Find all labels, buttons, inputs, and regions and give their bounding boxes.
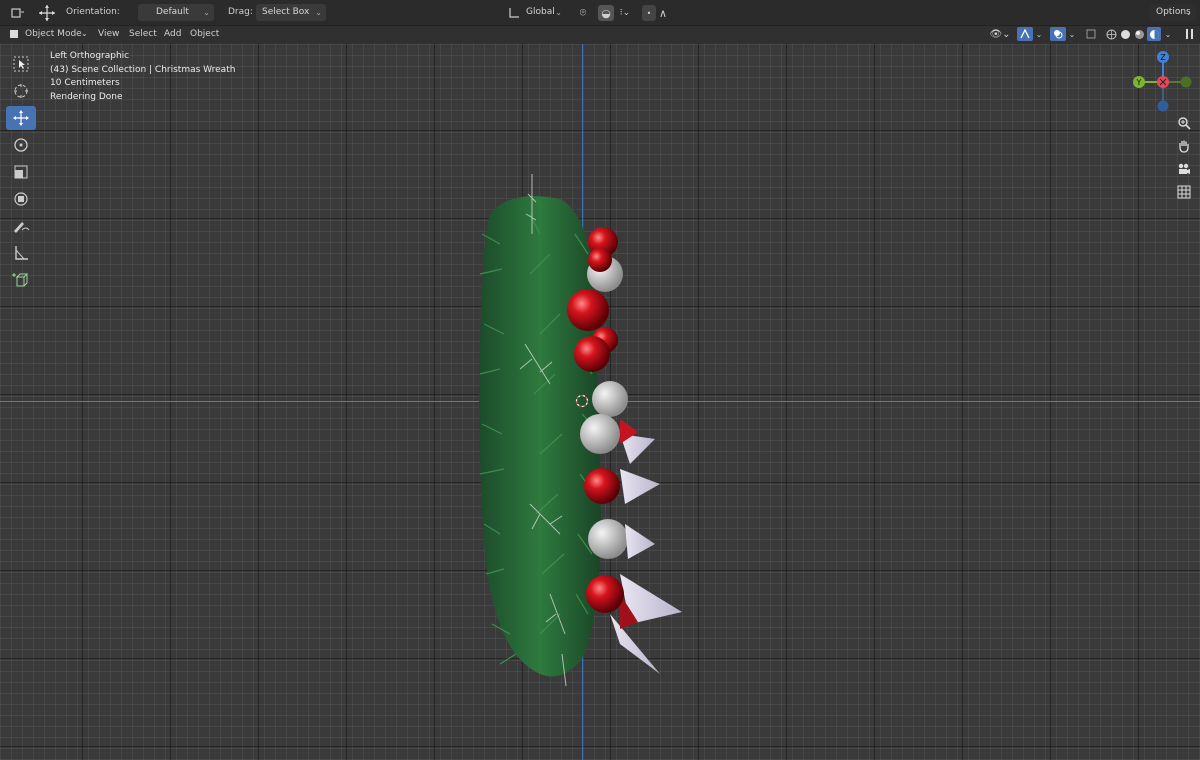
render-status-text: Rendering Done — [50, 91, 123, 102]
chevron-down-icon: ⌄ — [203, 8, 210, 17]
drag-value: Select Box — [262, 7, 310, 17]
collection-text: (43) Scene Collection | Christmas Wreath — [50, 64, 236, 75]
scale-icon[interactable] — [6, 160, 36, 184]
transform-space-dropdown[interactable]: Global ⌄ — [520, 4, 566, 21]
editor-type-icon[interactable] — [6, 5, 30, 21]
measure-icon[interactable] — [6, 241, 36, 265]
snap-icon[interactable]: ◒ — [598, 5, 614, 21]
pause-icon[interactable] — [1182, 27, 1196, 41]
chevron-down-icon[interactable]: ⌄ — [1067, 27, 1077, 41]
navigation-gizmo[interactable]: Z Y — [1130, 50, 1194, 114]
chevron-down-icon: ⌄ — [81, 29, 88, 38]
rotate-icon[interactable] — [6, 133, 36, 157]
snap-target-icon[interactable]: ⁝⌄ — [614, 5, 636, 21]
tool-settings-bar: Orientation: Default ⌄ Drag: Select Box … — [0, 0, 1200, 26]
chevron-down-icon: ⌄ — [1185, 8, 1192, 17]
menu-select[interactable]: Select — [129, 29, 157, 39]
falloff-icon[interactable]: ∧ — [656, 5, 670, 21]
gizmo-neg-y-axis[interactable] — [1180, 76, 1192, 88]
pan-hand-icon[interactable] — [1174, 136, 1194, 156]
solid-shading-icon[interactable] — [1118, 27, 1132, 41]
orientation-dropdown[interactable]: Default ⌄ — [138, 4, 214, 21]
grid-view-icon[interactable] — [1174, 182, 1194, 202]
christmas-wreath-render[interactable] — [470, 174, 700, 694]
annotate-icon[interactable] — [6, 214, 36, 238]
gizmo-z-label: Z — [1160, 53, 1166, 62]
transform-space-value: Global — [526, 7, 555, 17]
object-mode-icon — [8, 28, 20, 40]
scale-text: 10 Centimeters — [50, 78, 120, 88]
view-name-text: Left Orthographic — [50, 51, 130, 61]
cursor-icon[interactable] — [6, 79, 36, 103]
move-icon[interactable] — [6, 106, 36, 130]
move-tool-icon[interactable] — [36, 4, 58, 22]
drag-dropdown[interactable]: Select Box ⌄ — [256, 4, 326, 21]
menu-add[interactable]: Add — [164, 29, 181, 39]
camera-icon[interactable] — [1174, 159, 1194, 179]
zoom-icon[interactable] — [1174, 113, 1194, 133]
xray-icon[interactable] — [1084, 27, 1098, 41]
transform-icon[interactable] — [6, 187, 36, 211]
pivot-point-icon[interactable]: ⌾ — [572, 5, 594, 21]
overlays-icon[interactable] — [1050, 27, 1066, 41]
tool-shelf — [6, 52, 36, 295]
mode-dropdown[interactable]: Object Mode — [25, 29, 82, 39]
chevron-down-icon[interactable]: ⌄ — [1034, 27, 1044, 41]
rendered-shading-icon[interactable] — [1147, 27, 1161, 41]
select-box-icon[interactable] — [6, 52, 36, 76]
3d-viewport[interactable] — [0, 44, 1200, 760]
gizmo-neg-z-axis[interactable] — [1157, 100, 1169, 112]
proportional-edit-icon[interactable]: • — [642, 5, 656, 21]
menu-view[interactable]: View — [98, 29, 119, 39]
options-dropdown[interactable]: Options ⌄ — [1150, 4, 1196, 21]
chevron-down-icon: ⌄ — [555, 8, 562, 17]
drag-label: Drag: — [228, 7, 253, 17]
gizmo-y-label: Y — [1136, 78, 1142, 87]
add-cube-icon[interactable] — [6, 268, 36, 292]
orientation-label: Orientation: — [66, 7, 120, 17]
3d-cursor-icon — [575, 394, 589, 408]
chevron-down-icon: ⌄ — [315, 8, 322, 17]
gizmo-toggle-icon[interactable] — [1017, 27, 1033, 41]
menu-object[interactable]: Object — [190, 29, 219, 39]
visibility-icon[interactable]: 👁⌄ — [988, 27, 1012, 41]
orientation-value: Default — [156, 7, 189, 17]
material-shading-icon[interactable] — [1132, 27, 1146, 41]
wireframe-shading-icon[interactable] — [1104, 27, 1118, 41]
chevron-down-icon[interactable]: ⌄ — [1163, 27, 1173, 41]
